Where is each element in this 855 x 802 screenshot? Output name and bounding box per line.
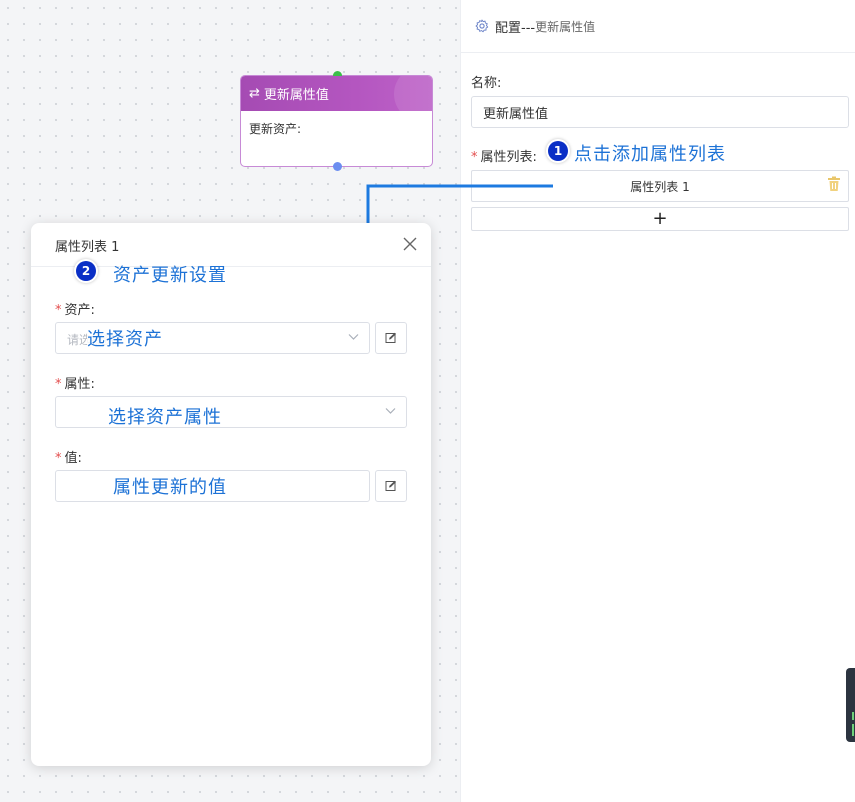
flow-node-update-property[interactable]: ⇄ 更新属性值 更新资产: [240, 71, 433, 171]
panel-header: 配置--- 更新属性值 [461, 0, 855, 53]
property-hint: 选择资产属性 [108, 407, 222, 428]
dialog-header: 属性列表 1 [31, 223, 431, 267]
value-label: 值: [64, 451, 82, 466]
attr-list-label: 属性列表: [480, 150, 537, 165]
property-label-wrap: * 属性: [55, 373, 95, 392]
output-port[interactable] [333, 162, 342, 171]
add-attr-list-button[interactable]: + [471, 207, 849, 231]
asset-label: 资产: [64, 303, 95, 318]
trash-icon[interactable] [827, 176, 841, 192]
side-widget[interactable] [846, 668, 855, 742]
edit-icon [385, 332, 396, 343]
flow-node-title: 更新属性值 [263, 88, 329, 103]
attr-list-label-wrap: * 属性列表: [471, 146, 537, 165]
asset-edit-button[interactable] [375, 322, 407, 354]
dialog-title: 属性列表 1 [55, 240, 120, 255]
asset-hint: 选择资产 [87, 325, 163, 351]
step2-badge: 2 [76, 261, 96, 281]
required-mark: * [55, 451, 62, 466]
asset-label-wrap: * 资产: [55, 299, 95, 318]
value-label-wrap: * 值: [55, 447, 82, 466]
panel-title: 配置--- [495, 20, 536, 36]
gear-icon [475, 19, 489, 33]
attr-list-dialog: 属性列表 1 *资产: 请选择资产 *属性: *值: [31, 223, 431, 766]
panel-subtitle: 更新属性值 [535, 19, 596, 34]
edit-icon [385, 480, 396, 491]
chevron-down-icon [348, 334, 359, 340]
value-edit-button[interactable] [375, 470, 407, 502]
step1-annotation: 点击添加属性列表 [574, 144, 726, 165]
flow-node-body: 更新资产: [249, 122, 302, 136]
step2-annotation: 资产更新设置 [113, 265, 227, 286]
property-label: 属性: [64, 377, 95, 392]
swap-arrows-icon: ⇄ [249, 86, 260, 101]
name-input[interactable]: 更新属性值 [471, 96, 849, 128]
value-hint: 属性更新的值 [113, 477, 227, 498]
chevron-down-icon [385, 408, 396, 414]
name-label: 名称: [471, 76, 502, 91]
step1-badge: 1 [548, 141, 568, 161]
attr-list-item[interactable]: 属性列表 1 [471, 170, 849, 202]
required-mark: * [55, 377, 62, 392]
close-icon[interactable] [403, 237, 417, 251]
attr-list-item-label: 属性列表 1 [630, 179, 690, 194]
config-panel: 配置--- 更新属性值 名称: 更新属性值 * 属性列表: 属性列表 1 + [460, 0, 855, 802]
flow-node-header: ⇄ 更新属性值 [241, 76, 432, 111]
required-mark: * [55, 303, 62, 318]
required-mark: * [471, 150, 478, 165]
